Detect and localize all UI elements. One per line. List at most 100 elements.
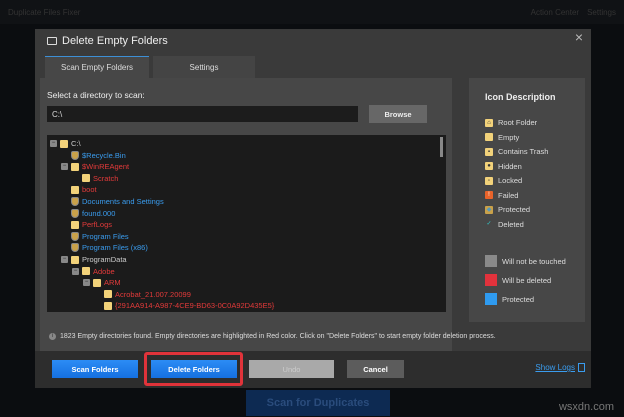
tree-node[interactable]: − Adobe [72, 266, 115, 277]
tree-node[interactable]: boot [71, 184, 97, 195]
tree-node-label: PerfLogs [82, 220, 113, 230]
close-icon[interactable]: × [575, 29, 583, 45]
color-legend-item: Will not be touched [485, 255, 566, 267]
tree-node[interactable]: − $WinREAgent [61, 161, 129, 172]
locked-icon: ▫ [485, 176, 493, 185]
delete-empty-folders-dialog: Delete Empty Folders × Scan Empty Folder… [35, 29, 591, 388]
protected-folder-icon [71, 197, 79, 206]
tree-node[interactable]: Scratch [82, 173, 118, 184]
legend-item: ◆ Protected [485, 205, 530, 214]
hidden-icon: ● [485, 162, 493, 170]
color-swatch [485, 274, 497, 286]
show-logs-link[interactable]: Show Logs [535, 363, 585, 372]
info-text: 1823 Empty directories found. Empty dire… [60, 333, 496, 340]
tree-node-label: ProgramData [82, 255, 127, 264]
color-legend-item: Protected [485, 293, 534, 305]
color-swatch [485, 255, 497, 267]
cancel-button[interactable]: Cancel [347, 360, 404, 378]
folder-icon [47, 37, 57, 45]
tree-node[interactable]: − C:\ [50, 138, 81, 149]
tab-settings[interactable]: Settings [153, 56, 255, 78]
tree-node[interactable]: − ProgramData [61, 254, 127, 265]
legend-label: Locked [498, 176, 523, 185]
tree-node[interactable]: $Recycle.Bin [71, 150, 126, 161]
tree-node[interactable]: Acrobat_21.007.20099 [104, 289, 191, 300]
tree-node-label: found.000 [82, 208, 116, 218]
tree-node-label: ARM [104, 278, 121, 288]
tree-node[interactable]: Program Files (x86) [71, 242, 148, 253]
legend-label: Hidden [498, 161, 522, 171]
tree-node[interactable]: {291AA914-A987-4CE9-BD63-0C0A92D435E5} [104, 300, 274, 311]
legend-label: Failed [498, 190, 519, 200]
color-legend-label: Will be deleted [502, 275, 552, 285]
scan-folders-button[interactable]: Scan Folders [52, 360, 138, 378]
collapse-toggle-icon[interactable]: − [50, 140, 57, 147]
tree-node-label: $Recycle.Bin [82, 150, 126, 160]
background-titlebar: Duplicate Files Fixer Action Center Settin… [0, 0, 624, 24]
protected-icon: ◆ [485, 205, 493, 214]
tree-node-label: $WinREAgent [82, 162, 130, 172]
tree-node[interactable]: − ARM [83, 277, 121, 288]
legend-label: Empty [498, 132, 520, 142]
action-center-link: Action Center [530, 7, 580, 17]
directory-path-input[interactable] [47, 106, 358, 122]
legend-label: Root Folder [498, 118, 538, 127]
settings-link: Settings [587, 7, 616, 17]
browse-button[interactable]: Browse [369, 105, 427, 123]
protected-folder-icon [71, 231, 79, 241]
undo-button[interactable]: Undo [249, 360, 334, 378]
root-folder-folder-icon [60, 139, 68, 148]
tree-node[interactable]: Program Files [71, 231, 129, 242]
tree-node[interactable]: Documents and Settings [71, 196, 164, 207]
show-logs-text[interactable]: Show Logs [535, 363, 575, 372]
dialog-title: Delete Empty Folders [47, 35, 168, 47]
tab-scan-empty-folders[interactable]: Scan Empty Folders [45, 56, 149, 78]
color-legend-label: Protected [502, 294, 535, 304]
legend-item: ✓ Deleted [485, 219, 524, 229]
document-icon [578, 363, 585, 372]
info-message: i 1823 Empty directories found. Empty dir… [49, 333, 496, 340]
empty-folder-icon [71, 255, 79, 264]
tree-node-label: Scratch [93, 173, 119, 183]
tree-node-label: Documents and Settings [82, 197, 164, 206]
empty-folder-icon [82, 174, 90, 183]
legend-label: Deleted [498, 219, 524, 229]
tree-node-label: Adobe [93, 266, 115, 276]
check-icon: ✓ [486, 221, 492, 227]
color-legend-item: Will be deleted [485, 274, 551, 286]
tree-node[interactable]: PerfLogs [71, 219, 112, 230]
legend-item: ⌂ Root Folder [485, 118, 537, 127]
icon-description-panel: Icon Description ⌂ Root Folder Empty ▪ Conta… [469, 78, 585, 322]
icon-description-title: Icon Description [485, 92, 556, 102]
legend-label: Contains Trash [498, 147, 549, 156]
tree-node-label: Program Files [82, 231, 129, 241]
delete-folders-button[interactable]: Delete Folders [151, 360, 237, 378]
empty-folder-icon [104, 290, 112, 299]
protected-folder-icon [71, 150, 79, 160]
tree-scrollbar[interactable] [440, 137, 443, 157]
color-legend-label: Will not be touched [502, 256, 566, 266]
legend-item: Empty [485, 133, 519, 142]
tree-node-label: Program Files (x86) [82, 243, 148, 253]
collapse-toggle-icon[interactable]: − [61, 256, 68, 263]
legend-label: Protected [498, 205, 531, 214]
tree-node[interactable]: found.000 [71, 208, 115, 219]
collapse-toggle-icon[interactable]: − [61, 163, 68, 171]
empty-folder-icon [104, 301, 112, 310]
failed-icon: ! [485, 191, 493, 199]
empty-folder-icon [93, 278, 101, 287]
info-icon: i [49, 333, 56, 340]
dialog-footer: Scan Folders Delete Folders Undo Cancel … [35, 351, 591, 388]
tree-node-label: {291AA914-A987-4CE9-BD63-0C0A92D435E5} [115, 301, 275, 311]
empty-folder-icon [82, 267, 90, 276]
legend-item: ▫ Locked [485, 176, 522, 185]
scan-panel: Select a directory to scan: Browse −C:\$… [40, 78, 452, 352]
empty-folder-icon [71, 185, 79, 194]
empty-folder-icon [71, 220, 79, 229]
empty-folder-icon [71, 162, 79, 171]
collapse-toggle-icon[interactable]: − [83, 279, 90, 287]
collapse-toggle-icon[interactable]: − [72, 267, 79, 275]
folder-tree[interactable]: − C:\ $Recycle.Bin − $WinREAgent Scratch boot D… [47, 135, 446, 312]
protected-folder-icon [71, 208, 79, 218]
watermark: wsxdn.com [558, 401, 614, 413]
